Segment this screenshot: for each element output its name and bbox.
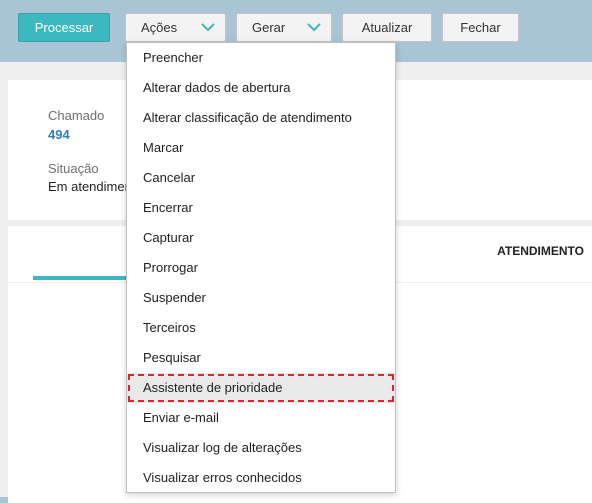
menu-item-prorrogar[interactable]: Prorrogar xyxy=(127,253,395,283)
menu-item-encerrar[interactable]: Encerrar xyxy=(127,193,395,223)
gerar-label: Gerar xyxy=(252,20,286,35)
processar-button[interactable]: Processar xyxy=(18,13,110,42)
menu-item-terceiros[interactable]: Terceiros xyxy=(127,313,395,343)
gerar-dropdown-button[interactable]: Gerar xyxy=(236,13,332,42)
tab-atendimento[interactable]: ATENDIMENTO xyxy=(497,244,584,258)
menu-item-alterar-dados-abertura[interactable]: Alterar dados de abertura xyxy=(127,73,395,103)
menu-item-visualizar-erros[interactable]: Visualizar erros conhecidos xyxy=(127,463,395,493)
menu-item-preencher[interactable]: Preencher xyxy=(127,43,395,73)
chevron-down-icon xyxy=(307,23,321,32)
menu-item-marcar[interactable]: Marcar xyxy=(127,133,395,163)
menu-item-alterar-classificacao[interactable]: Alterar classificação de atendimento xyxy=(127,103,395,133)
chamado-label: Chamado xyxy=(48,108,105,123)
acoes-dropdown-menu: Preencher Alterar dados de abertura Alte… xyxy=(126,42,396,493)
menu-item-suspender[interactable]: Suspender xyxy=(127,283,395,313)
menu-item-enviar-email[interactable]: Enviar e-mail xyxy=(127,403,395,433)
situacao-label: Situação xyxy=(48,161,99,176)
menu-item-capturar[interactable]: Capturar xyxy=(127,223,395,253)
menu-item-visualizar-log[interactable]: Visualizar log de alterações xyxy=(127,433,395,463)
chevron-down-icon xyxy=(201,23,215,32)
menu-item-pesquisar[interactable]: Pesquisar xyxy=(127,343,395,373)
fechar-button[interactable]: Fechar xyxy=(442,13,519,42)
acoes-label: Ações xyxy=(141,20,178,35)
menu-item-assistente-prioridade[interactable]: Assistente de prioridade xyxy=(127,373,395,403)
chamado-value[interactable]: 494 xyxy=(48,127,70,142)
atualizar-button[interactable]: Atualizar xyxy=(342,13,432,42)
menu-item-cancelar[interactable]: Cancelar xyxy=(127,163,395,193)
acoes-dropdown-button[interactable]: Ações xyxy=(125,13,226,42)
